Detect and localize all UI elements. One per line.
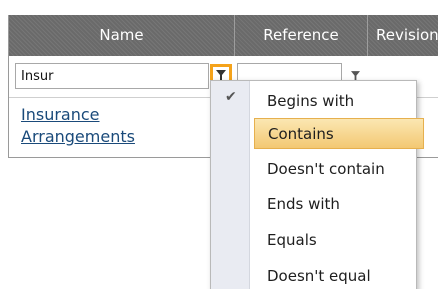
menu-item-contains[interactable]: Contains [254, 118, 424, 149]
menu-item-ends-with[interactable]: Ends with [254, 189, 424, 220]
name-filter-input[interactable] [15, 63, 209, 89]
grid-header: Name Reference Revision [9, 15, 438, 56]
menu-item-equals[interactable]: Equals [254, 225, 424, 256]
name-cell-line-2: Arrangements [21, 127, 135, 146]
menu-item-doesnt-contain[interactable]: Doesn't contain [254, 154, 424, 185]
checkmark-icon: ✔ [225, 89, 237, 105]
stage: Name Reference Revision Insurance Arrang… [0, 0, 438, 289]
column-header-reference[interactable]: Reference [235, 15, 368, 56]
column-header-name[interactable]: Name [9, 15, 235, 56]
menu-icon-gutter [211, 81, 250, 289]
filter-condition-menu: ✔ Begins with Contains Doesn't contain E… [210, 80, 424, 289]
name-cell-link[interactable]: Insurance Arrangements [21, 104, 211, 148]
name-cell-line-1: Insurance [21, 105, 100, 124]
menu-item-begins-with[interactable]: Begins with [254, 86, 424, 117]
menu-item-doesnt-equal[interactable]: Doesn't equal [254, 261, 424, 289]
column-header-revision[interactable]: Revision [368, 15, 438, 56]
